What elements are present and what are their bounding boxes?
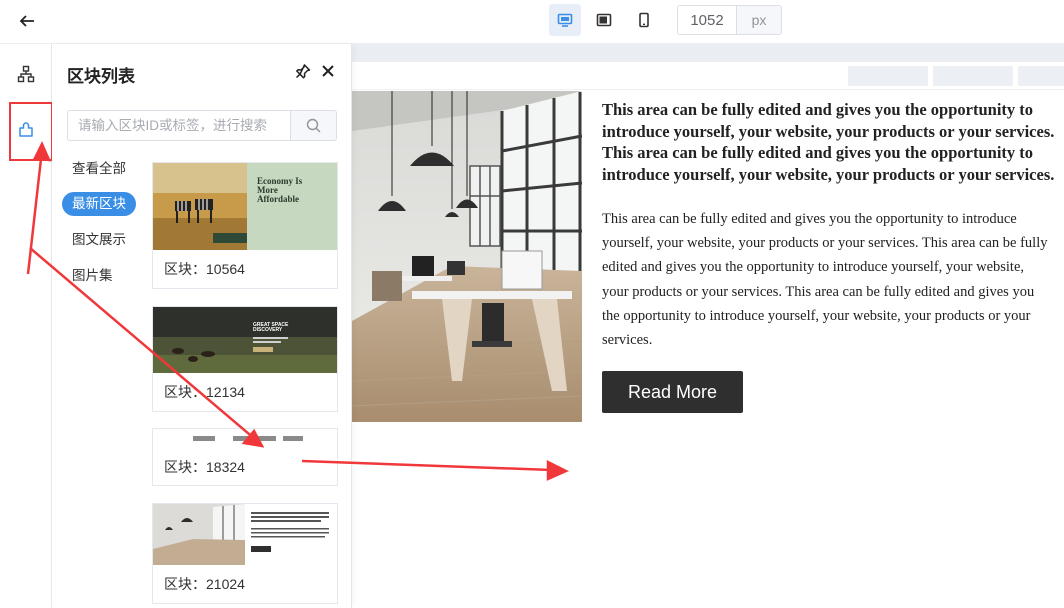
close-panel-button[interactable] bbox=[317, 60, 339, 82]
annotation-highlight-box bbox=[9, 102, 53, 161]
pin-panel-button[interactable] bbox=[292, 60, 314, 82]
block-card-21024[interactable]: 区块：21024 bbox=[152, 503, 338, 604]
thumbnail-heading: Economy Is More Affordable bbox=[257, 176, 303, 204]
header-placeholder bbox=[1018, 66, 1064, 86]
block-thumbnail: GREAT SPACE DISCOVERY bbox=[153, 307, 337, 373]
block-search bbox=[67, 110, 337, 141]
block-card-label: 区块：12134 bbox=[164, 384, 245, 400]
desktop-view-button[interactable] bbox=[549, 4, 581, 36]
thumbnail-heading: GREAT SPACE DISCOVERY bbox=[253, 322, 289, 333]
search-button[interactable] bbox=[290, 110, 337, 141]
block-thumbnail: Economy Is More Affordable bbox=[153, 163, 337, 250]
desktop-icon bbox=[557, 13, 573, 27]
header-placeholder bbox=[933, 66, 1013, 86]
block-card-18324[interactable]: 区块：18324 bbox=[152, 428, 338, 486]
read-more-button[interactable]: Read More bbox=[602, 371, 743, 413]
preview-body-line: This area can be fully edited and gives … bbox=[602, 211, 1017, 227]
panel-title: 区块列表 bbox=[67, 67, 135, 86]
preview-body-line: edited and gives you the opportunity to … bbox=[602, 259, 1025, 276]
block-thumbnail bbox=[153, 504, 337, 565]
preview-body-line: services. bbox=[602, 332, 653, 349]
mobile-icon bbox=[639, 12, 649, 28]
pin-icon bbox=[295, 63, 311, 79]
canvas-width-input[interactable] bbox=[678, 6, 736, 34]
canvas-header-strip bbox=[352, 62, 1064, 90]
preview-heading-line: introduce yourself, your website, your p… bbox=[602, 121, 1055, 141]
outline-tree-button[interactable] bbox=[10, 58, 42, 90]
preview-office-image bbox=[352, 91, 582, 422]
block-card-label: 区块：10564 bbox=[164, 261, 245, 277]
tablet-icon bbox=[596, 13, 612, 27]
preview-body-line: yourself, your website, your products or… bbox=[602, 235, 1048, 252]
header-placeholder bbox=[848, 66, 928, 86]
back-button[interactable] bbox=[14, 9, 40, 33]
category-image-text[interactable]: 图文展示 bbox=[62, 228, 136, 252]
category-all[interactable]: 查看全部 bbox=[62, 157, 136, 181]
canvas-width-control: px bbox=[677, 5, 782, 35]
preview-body-line: the opportunity to introduce yourself, y… bbox=[602, 307, 1031, 324]
back-arrow-icon bbox=[19, 15, 34, 27]
mobile-view-button[interactable] bbox=[628, 4, 660, 36]
preview-heading: This area can be fully edited and gives … bbox=[602, 99, 1064, 185]
block-card-12134[interactable]: GREAT SPACE DISCOVERY 区块：12134 bbox=[152, 306, 338, 412]
block-card-label: 区块：21024 bbox=[164, 576, 245, 592]
category-latest[interactable]: 最新区块 bbox=[62, 192, 136, 216]
preview-heading-line: introduce yourself, your website, your p… bbox=[602, 164, 1055, 184]
search-icon bbox=[306, 118, 321, 133]
block-card-label: 区块：18324 bbox=[164, 459, 245, 475]
block-card-10564[interactable]: Economy Is More Affordable 区块：10564 bbox=[152, 162, 338, 289]
width-unit-label: px bbox=[736, 6, 781, 34]
top-toolbar: px bbox=[0, 0, 1064, 44]
preview-body-line: your products or your services. This are… bbox=[602, 283, 1035, 300]
block-search-input[interactable] bbox=[67, 110, 290, 141]
close-icon bbox=[322, 65, 334, 77]
block-list-panel: 区块列表 查看全部 最新区块 图文展示 图片集 bbox=[52, 44, 352, 608]
tablet-view-button[interactable] bbox=[588, 4, 620, 36]
preview-body-text: This area can be fully edited and gives … bbox=[602, 207, 1064, 352]
preview-heading-line: This area can be fully edited and gives … bbox=[602, 100, 1034, 119]
preview-heading-line: This area can be fully edited and gives … bbox=[602, 143, 1034, 163]
block-thumbnail bbox=[153, 429, 337, 449]
category-gallery[interactable]: 图片集 bbox=[62, 264, 123, 288]
sitemap-icon bbox=[17, 65, 35, 83]
